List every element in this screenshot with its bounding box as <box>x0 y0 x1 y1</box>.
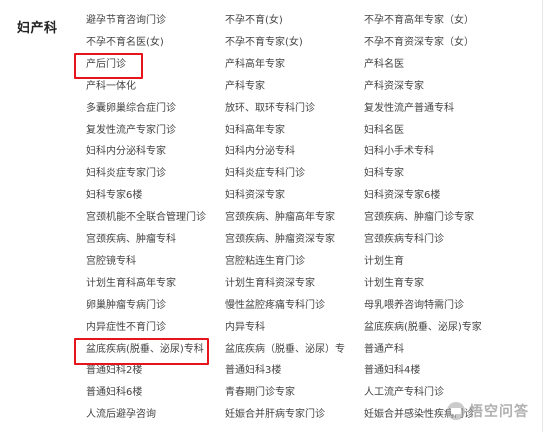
clinic-link[interactable]: 不孕不育资深专家（女） <box>364 36 474 50</box>
clinic-link[interactable]: 宫颈疾病、肿瘤门诊专家 <box>364 211 474 225</box>
clinic-link[interactable]: 宫腔镜专科 <box>86 255 136 269</box>
watermark-text: 悟空问答 <box>469 404 529 420</box>
clinic-link[interactable]: 产科名医 <box>364 58 404 72</box>
clinic-link[interactable]: 妇科炎症专科门诊 <box>225 167 305 181</box>
clinic-link[interactable]: 妇科专家 <box>364 167 404 181</box>
clinic-link[interactable]: 普通妇科4楼 <box>364 364 420 378</box>
clinic-link[interactable]: 妇科小手术专科 <box>364 145 434 159</box>
clinic-link[interactable]: 妇科资深专家6楼 <box>364 189 440 203</box>
clinic-link[interactable]: 产科资深专家 <box>364 80 424 94</box>
clinic-link[interactable]: 避孕节育咨询门诊 <box>86 14 166 28</box>
clinic-link[interactable]: 普通妇科2楼 <box>86 364 142 378</box>
clinic-link[interactable]: 妊娠合并肝病专家门诊 <box>225 408 325 422</box>
clinic-link[interactable]: 宫颈疾病、肿瘤高年专家 <box>225 211 335 225</box>
page-divider <box>542 0 543 432</box>
clinic-link[interactable]: 放环、取环专科门诊 <box>225 102 315 116</box>
clinic-link[interactable]: 产科专家 <box>225 80 265 94</box>
clinic-link[interactable]: 产科一体化 <box>86 80 136 94</box>
clinic-link[interactable]: 盆底疾病(脱垂、泌尿)专科 <box>86 343 204 357</box>
clinic-link[interactable]: 妇科内分泌专科 <box>225 145 295 159</box>
clinic-link[interactable]: 产科高年专家 <box>225 58 285 72</box>
clinic-link[interactable]: 人工流产专科门诊 <box>364 386 444 400</box>
clinic-link[interactable]: 计划生育专家 <box>364 277 424 291</box>
clinic-link[interactable]: 复发性流产普通专科 <box>364 102 454 116</box>
clinic-link[interactable]: 盆底疾病(脱垂、泌尿)专家 <box>364 321 482 335</box>
clinic-link[interactable]: 妇科名医 <box>364 124 404 138</box>
clinic-link[interactable]: 妇科内分泌科专家 <box>86 145 166 159</box>
clinic-link[interactable]: 不孕不育(女) <box>225 14 283 28</box>
clinic-link[interactable]: 宫腔粘连生育门诊 <box>225 255 305 269</box>
clinic-link[interactable]: 不孕不育名医(女) <box>86 36 164 50</box>
clinic-link[interactable]: 卵巢肿瘤专病门诊 <box>86 299 166 313</box>
speech-bubble-icon <box>447 402 465 420</box>
clinic-link[interactable]: 母乳喂养咨询特需门诊 <box>364 299 464 313</box>
clinic-link[interactable]: 计划生育 <box>364 255 404 269</box>
clinic-link[interactable]: 妇科专家6楼 <box>86 189 142 203</box>
watermark: 悟空问答 <box>447 400 529 422</box>
clinic-link[interactable]: 计划生育科资深专家 <box>225 277 315 291</box>
clinic-link[interactable]: 妇科资深专家 <box>225 189 285 203</box>
clinic-link[interactable]: 青春期门诊专家 <box>225 386 295 400</box>
clinic-link[interactable]: 产后门诊 <box>86 58 126 72</box>
clinic-link[interactable]: 人流后避孕咨询 <box>86 408 156 422</box>
clinic-link[interactable]: 慢性盆腔疼痛专科门诊 <box>225 299 325 313</box>
clinic-link[interactable]: 宫颈疾病专科门诊 <box>364 233 444 247</box>
clinic-link[interactable]: 不孕不育高年专家（女） <box>364 14 474 28</box>
clinic-link[interactable]: 内异症性不育门诊 <box>86 321 166 335</box>
clinic-grid: 避孕节育咨询门诊 不孕不育名医(女) 产后门诊 产科一体化 多囊卵巢综合症门诊 复发性流产… <box>0 0 554 432</box>
clinic-link[interactable]: 普通妇科6楼 <box>86 386 142 400</box>
clinic-link[interactable]: 妇科炎症专家门诊 <box>86 167 166 181</box>
clinic-link[interactable]: 普通妇科3楼 <box>225 364 281 378</box>
clinic-link[interactable]: 宫颈疾病、肿瘤资深专家 <box>225 233 335 247</box>
clinic-link[interactable]: 不孕不育专家(女) <box>225 36 303 50</box>
clinic-link[interactable]: 普通产科 <box>364 343 404 357</box>
clinic-link[interactable]: 复发性流产专家门诊 <box>86 124 176 138</box>
clinic-link[interactable]: 盆底疾病（脱垂、泌尿）专 <box>225 343 345 357</box>
clinic-link[interactable]: 内异专科 <box>225 321 265 335</box>
clinic-link[interactable]: 宫颈疾病、肿瘤专科 <box>86 233 176 247</box>
clinic-link[interactable]: 多囊卵巢综合症门诊 <box>86 102 176 116</box>
clinic-link[interactable]: 妇科高年专家 <box>225 124 285 138</box>
clinic-link[interactable]: 宫颈机能不全联合管理门诊 <box>86 211 206 225</box>
clinic-link[interactable]: 计划生育科高年专家 <box>86 277 176 291</box>
